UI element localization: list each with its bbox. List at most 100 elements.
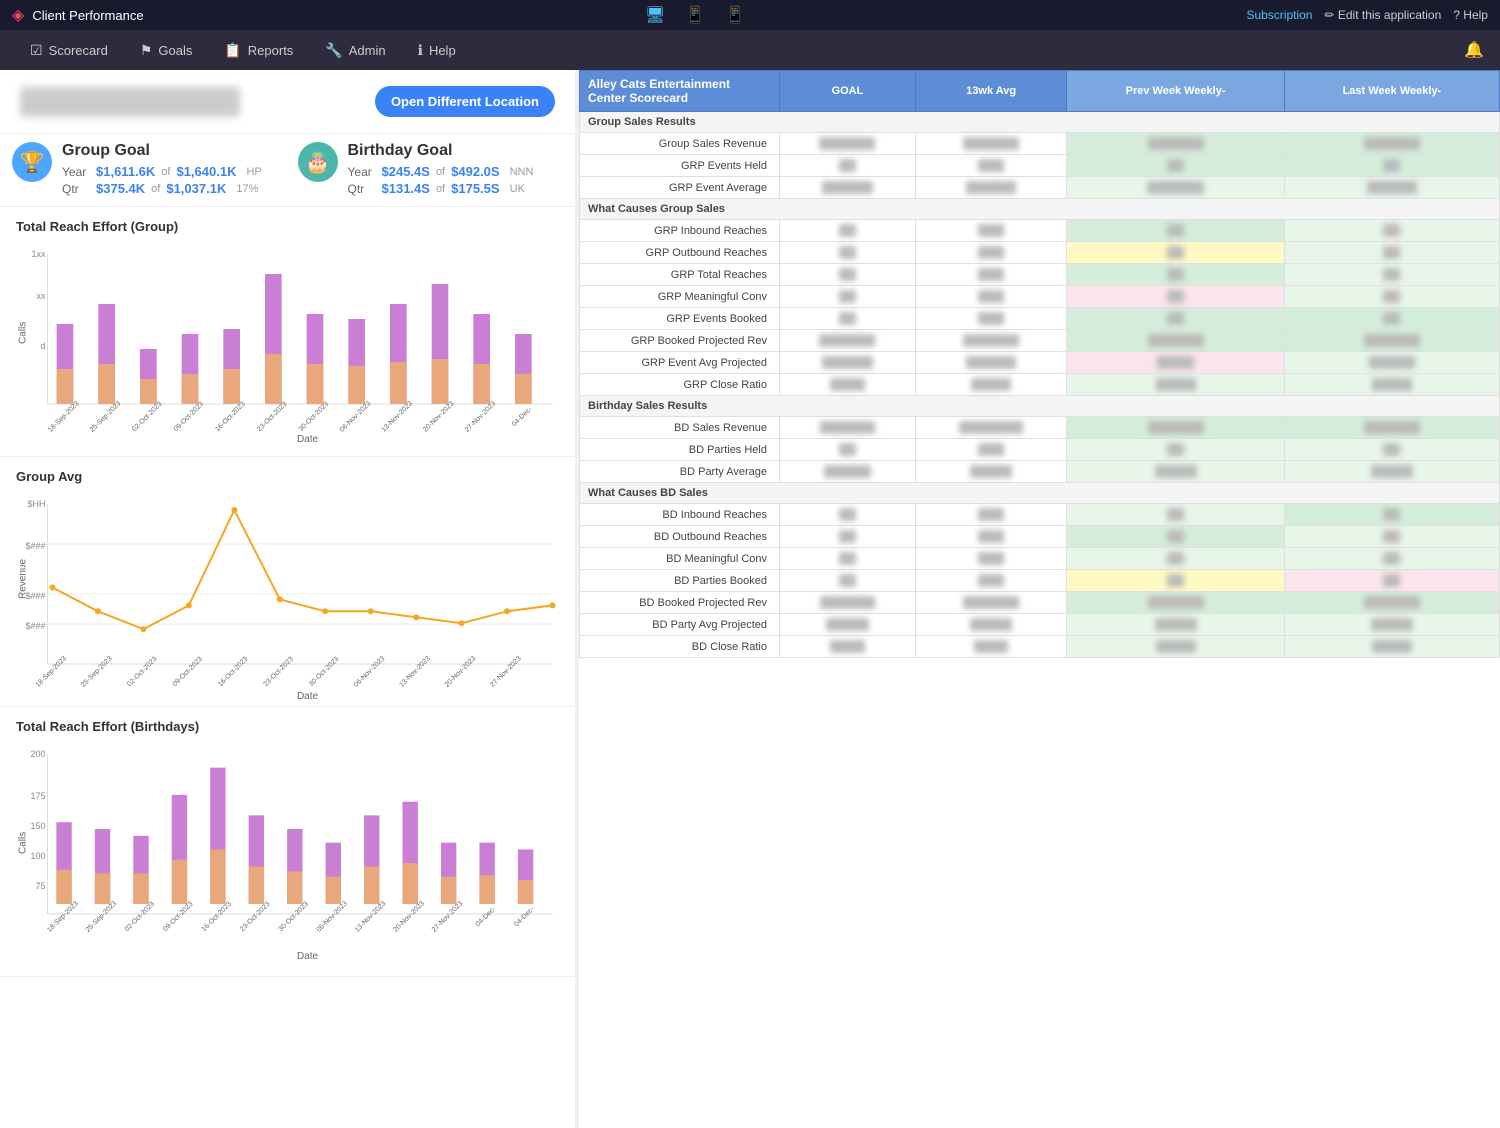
table-row: BD Party Average $594.110 $259.04 $364.4…	[580, 461, 1500, 483]
bell-notification[interactable]: 🔔	[1464, 40, 1484, 60]
group-goal-year-row: Year $1,611.6K of $1,640.1K HP	[62, 164, 262, 179]
bd-qtr-pct: UK	[510, 183, 525, 195]
group-goal-rows: Year $1,611.6K of $1,640.1K HP Qtr $375.…	[62, 164, 262, 196]
birthday-goal-box: 🎂 Birthday Goal Year $245.4S of $492.0S …	[298, 142, 564, 198]
nav-reports[interactable]: 📋 Reports	[210, 36, 307, 65]
location-name-blurred	[20, 87, 240, 117]
birthday-goal-details: Birthday Goal Year $245.4S of $492.0S NN…	[348, 142, 534, 198]
svg-text:20-Nov-2023: 20-Nov-2023	[444, 655, 478, 689]
svg-text:18-Sep-2023: 18-Sep-2023	[35, 655, 69, 689]
right-panel: Alley Cats Entertainment Center Scorecar…	[579, 70, 1500, 1128]
group-goal-icon: 🏆	[12, 142, 52, 182]
svg-text:04-Dec-: 04-Dec-	[511, 405, 534, 428]
chart-total-reach-group: Total Reach Effort (Group) Calls 1xx xx …	[0, 207, 575, 457]
table-row: GRP Outbound Reaches 41 42.3 26 12	[580, 242, 1500, 264]
nav-admin-label: Admin	[349, 43, 386, 58]
help-link[interactable]: ? Help	[1453, 8, 1488, 22]
section-header-row: What Causes BD Sales	[580, 483, 1500, 504]
svg-text:20-Nov-2023: 20-Nov-2023	[392, 900, 426, 934]
nav-help[interactable]: ℹ Help	[404, 36, 470, 65]
nav-goals[interactable]: ⚑ Goals	[126, 36, 207, 65]
group-qtr-label: Qtr	[62, 182, 90, 196]
birthday-goal-title: Birthday Goal	[348, 142, 534, 160]
group-goal-details: Group Goal Year $1,611.6K of $1,640.1K H…	[62, 142, 262, 198]
group-goal-title: Group Goal	[62, 142, 262, 160]
mobile-icon[interactable]: 📱	[725, 5, 745, 25]
svg-text:27-Nov-2023: 27-Nov-2023	[431, 900, 465, 934]
bd-qtr-of: of	[436, 183, 445, 195]
bd-qtr-val: $131.4S	[382, 181, 430, 196]
table-row: GRP Events Held 11 10.6 21 37	[580, 155, 1500, 177]
col-header-prev: Prev Week Weekly-	[1067, 71, 1284, 112]
svg-text:09-Oct-2023: 09-Oct-2023	[162, 901, 195, 934]
table-row: GRP Events Booked 13 24.5 24 21	[580, 308, 1500, 330]
open-different-location-button[interactable]: Open Different Location	[375, 86, 555, 117]
bd-year-val: $245.4S	[382, 164, 430, 179]
table-row: GRP Booked Projected Rev $17,769.21 $30,…	[580, 330, 1500, 352]
svg-text:06-Nov-2023: 06-Nov-2023	[339, 400, 373, 434]
chart-total-reach-bd-container: Calls 200 175 150 100 75 18-Sep-202325-S…	[16, 744, 559, 964]
edit-app-link[interactable]: ✏ Edit this application	[1324, 8, 1441, 22]
scorecard-table: Alley Cats Entertainment Center Scorecar…	[579, 70, 1500, 658]
table-row: BD Parties Held 43 40.1 36 46	[580, 439, 1500, 461]
birthday-goal-year-row: Year $245.4S of $492.0S NNN	[348, 164, 534, 179]
svg-text:13-Nov-2023: 13-Nov-2023	[354, 900, 388, 934]
chart-group-avg-container: Revenue $HH $### $### $### 18-Sep-202325…	[16, 494, 559, 694]
nav-admin[interactable]: 🔧 Admin	[311, 36, 399, 65]
table-row: GRP Meaningful Conv 24 24.1 24 41	[580, 286, 1500, 308]
col-header-last: Last Week Weekly-	[1284, 71, 1499, 112]
birthday-goal-qtr-row: Qtr $131.4S of $175.5S UK	[348, 181, 534, 196]
nav-scorecard[interactable]: ☑ Scorecard	[16, 36, 122, 65]
svg-text:d: d	[40, 341, 45, 351]
svg-text:18-Sep-2023: 18-Sep-2023	[47, 400, 81, 434]
admin-icon: 🔧	[325, 42, 342, 59]
group-year-label: Year	[62, 165, 90, 179]
svg-text:06-Nov-2023: 06-Nov-2023	[315, 900, 349, 934]
location-header: Open Different Location	[0, 70, 575, 134]
svg-text:100: 100	[30, 851, 45, 861]
table-row: BD Sales Revenue $4,211.028 $4,189.02.12…	[580, 417, 1500, 439]
section-header-row: Group Sales Results	[580, 112, 1500, 133]
svg-text:$HH: $HH	[27, 499, 45, 509]
svg-text:16-Oct-2023: 16-Oct-2023	[214, 401, 247, 434]
nav-bar: ☑ Scorecard ⚑ Goals 📋 Reports 🔧 Admin ℹ …	[0, 30, 1500, 70]
bd-year-label: Year	[348, 165, 376, 179]
table-row: BD Parties Booked 35 34.5 32 21	[580, 570, 1500, 592]
table-row: BD Party Avg Projected $600.02 $702.07 $…	[580, 614, 1500, 636]
group-year-val: $1,611.6K	[96, 164, 155, 179]
section-header-row: What Causes Group Sales	[580, 199, 1500, 220]
svg-text:06-Nov-2023: 06-Nov-2023	[353, 655, 387, 689]
svg-text:1xx: 1xx	[31, 249, 46, 259]
help-icon: ℹ	[418, 42, 423, 59]
svg-text:$###: $###	[25, 541, 45, 551]
app-title: Client Performance	[32, 8, 143, 23]
subscription-link[interactable]: Subscription	[1246, 8, 1312, 22]
table-row: Group Sales Revenue $17,779.24 $24,200.0…	[580, 133, 1500, 155]
bd-year-pct: NNN	[510, 166, 534, 178]
table-row: GRP Inbound Reaches 17 30.5 30 06	[580, 220, 1500, 242]
main-content: Open Different Location 🏆 Group Goal Yea…	[0, 70, 1500, 1128]
table-row: GRP Event Avg Projected $1,040.02 $1,194…	[580, 352, 1500, 374]
goals-summary-bar: 🏆 Group Goal Year $1,611.6K of $1,640.1K…	[0, 134, 575, 207]
tablet-icon[interactable]: 📱	[685, 5, 705, 25]
top-bar-left: ◈ Client Performance	[12, 5, 144, 25]
desktop-icon[interactable]: 🖥	[645, 5, 665, 25]
birthday-goal-rows: Year $245.4S of $492.0S NNN Qtr $131.4S …	[348, 164, 534, 196]
bell-icon: 🔔	[1464, 42, 1484, 59]
svg-text:Date: Date	[297, 691, 319, 702]
svg-text:09-Oct-2023: 09-Oct-2023	[172, 656, 205, 689]
top-bar-right: Subscription ✏ Edit this application ? H…	[1246, 8, 1488, 22]
device-switcher: 🖥 📱 📱	[645, 5, 745, 25]
bd-year-target: $492.0S	[451, 164, 499, 179]
chart-total-reach-bd: Total Reach Effort (Birthdays) Calls 200…	[0, 707, 575, 977]
chart-group-avg: Group Avg Revenue $HH $### $### $###	[0, 457, 575, 707]
svg-text:23-Oct-2023: 23-Oct-2023	[256, 401, 289, 434]
table-row: GRP Event Average $1,640.02 $1,078.07 $1…	[580, 177, 1500, 199]
group-year-target: $1,640.1K	[176, 164, 236, 179]
svg-text:09-Oct-2023: 09-Oct-2023	[173, 401, 206, 434]
svg-text:27-Nov-2023: 27-Nov-2023	[464, 400, 498, 434]
svg-text:30-Oct-2023: 30-Oct-2023	[308, 656, 341, 689]
svg-text:20-Nov-2023: 20-Nov-2023	[422, 400, 456, 434]
chart-total-reach-bd-title: Total Reach Effort (Birthdays)	[16, 719, 559, 734]
nav-help-label: Help	[429, 43, 456, 58]
